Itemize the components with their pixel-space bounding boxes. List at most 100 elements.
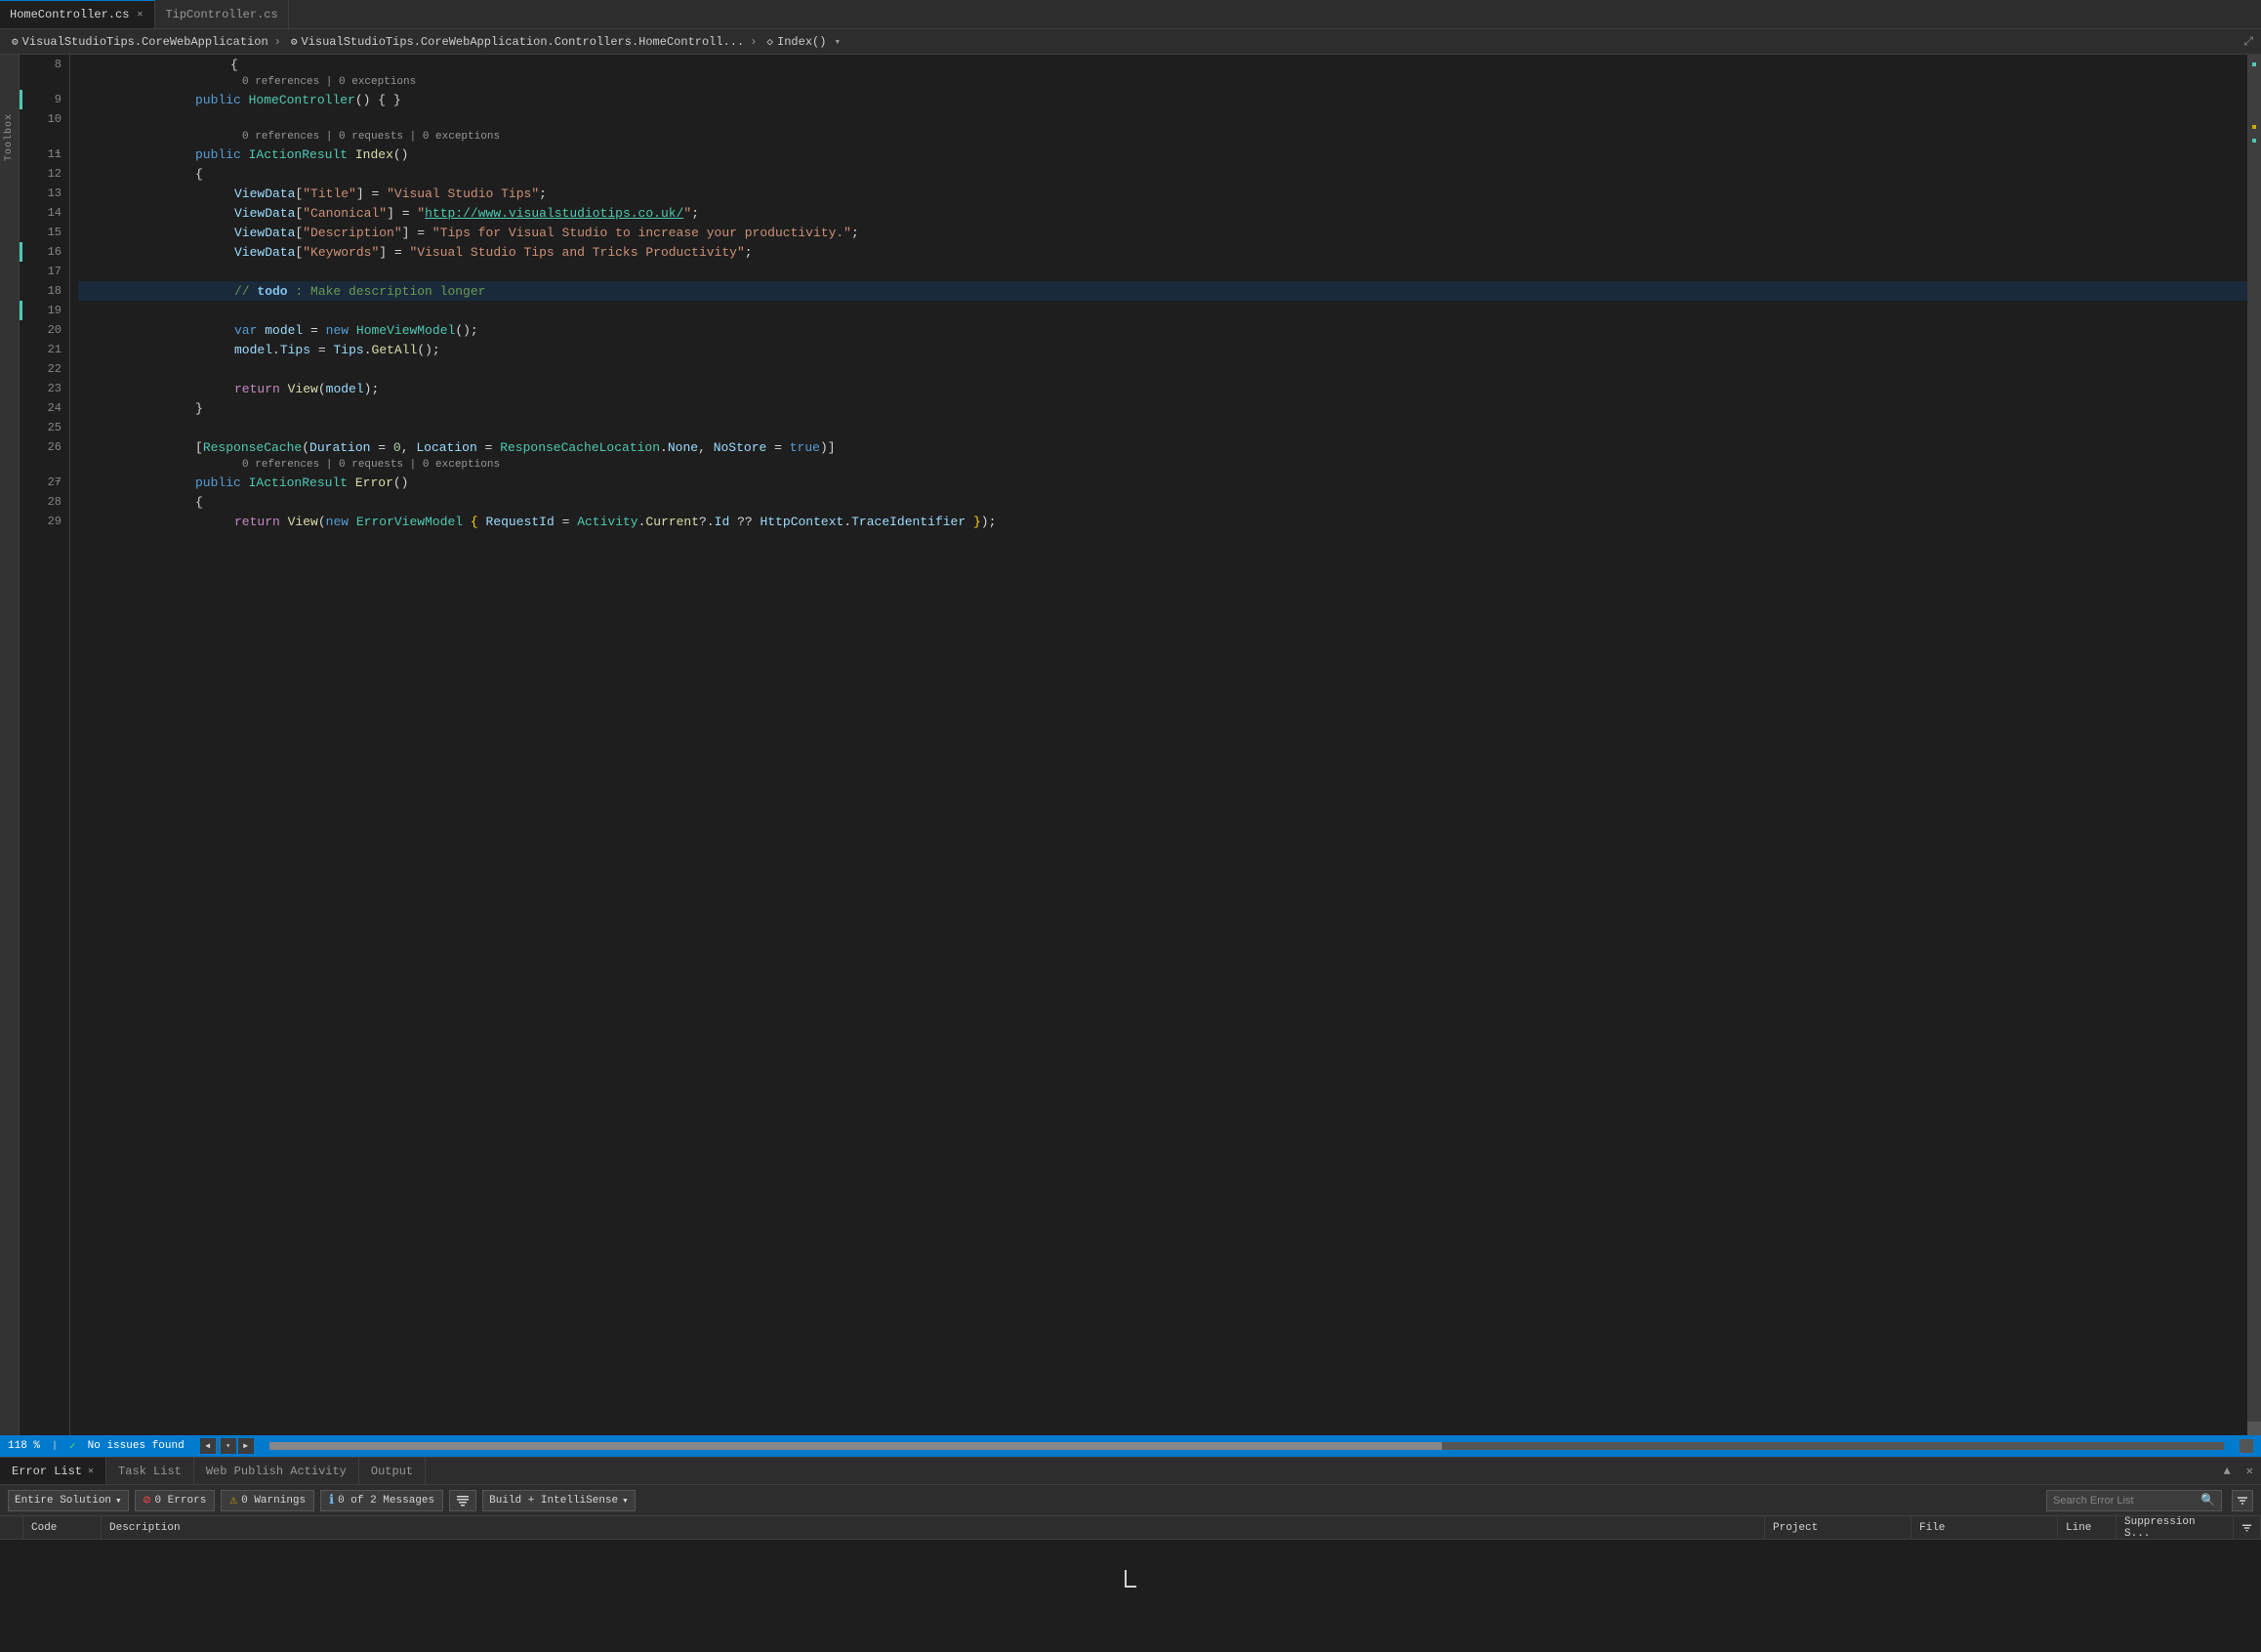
no-issues-label: No issues found (88, 1440, 185, 1452)
line-num-8: 8 (20, 55, 69, 74)
nav-arrows: ◀ ▾ ▶ (200, 1438, 254, 1454)
nav-right[interactable]: ▶ (238, 1438, 254, 1454)
breadcrumb-dropdown-arrow: ▾ (834, 35, 841, 49)
code-line-27: public IActionResult Error() (78, 473, 2247, 492)
h-scroll-thumb[interactable] (269, 1442, 1442, 1450)
solution-dropdown-arrow: ▾ (115, 1494, 122, 1507)
error-search-input[interactable] (2053, 1495, 2197, 1507)
code-line-25 (78, 418, 2247, 437)
code-line-21: model.Tips = Tips.GetAll(); (78, 340, 2247, 359)
grid-col-suppress-label: Suppression S... (2124, 1516, 2225, 1540)
tab-tipcontroller[interactable]: TipController.cs (155, 0, 288, 28)
nav-dropdown[interactable]: ▾ (221, 1438, 236, 1454)
grid-col-code-label: Code (31, 1522, 57, 1534)
breadcrumb-item-project[interactable]: ⚙ VisualStudioTips.CoreWebApplication › (8, 33, 287, 51)
code-editor[interactable]: 8 9 10 − 11 12 13 14 15 16 17 18 (20, 55, 2261, 1435)
editor-right-icons: ⤢ (2243, 35, 2253, 49)
separator-1: | (52, 1441, 58, 1452)
code-line-8: { (78, 55, 2247, 74)
meta-line-10: 0 references | 0 requests | 0 exceptions (78, 129, 2247, 145)
errors-button[interactable]: ⊘ 0 Errors (135, 1490, 216, 1511)
code-line-16: ViewData["Keywords"] = "Visual Studio Ti… (78, 242, 2247, 262)
tab-bar: HomeController.cs ✕ TipController.cs (0, 0, 2261, 29)
nav-sep (218, 1439, 219, 1453)
code-line-23: return View(model); (78, 379, 2247, 398)
code-line-13: ViewData["Title"] = "Visual Studio Tips"… (78, 184, 2247, 203)
grid-col-code[interactable]: Code (23, 1516, 102, 1539)
breadcrumb-item-method[interactable]: ◇ Index() ▾ (762, 33, 844, 51)
grid-col-desc-label: Description (109, 1522, 181, 1534)
grid-col-line-label: Line (2066, 1522, 2091, 1534)
build-filter-icon[interactable] (449, 1490, 476, 1511)
build-dropdown[interactable]: Build + IntelliSense ▾ (482, 1490, 636, 1511)
code-line-28: { (78, 492, 2247, 512)
grid-col-line[interactable]: Line (2058, 1516, 2117, 1539)
error-search-box[interactable]: 🔍 (2046, 1490, 2222, 1511)
error-list-close[interactable]: ✕ (88, 1466, 94, 1477)
filter-button[interactable] (2232, 1490, 2253, 1511)
grid-col-suppress[interactable]: Suppression S... (2117, 1516, 2234, 1539)
grid-col-file[interactable]: File (1912, 1516, 2058, 1539)
bottom-tab-task-list[interactable]: Task List (106, 1458, 194, 1484)
code-content[interactable]: { 0 references | 0 exceptions public Hom… (70, 55, 2247, 1435)
expand-icon[interactable]: ⤢ (2243, 35, 2253, 49)
toolbox-label: Toolbox (4, 113, 15, 161)
grid-col-desc[interactable]: Description (102, 1516, 1765, 1539)
line-num-20: 20 (20, 320, 69, 340)
editor-container: Toolbox 8 9 10 − 11 12 13 14 15 (0, 55, 2261, 1435)
collapse-27[interactable]: − (55, 477, 61, 488)
grid-col-icon (0, 1516, 23, 1539)
grid-header: Code Description Project File Line Suppr… (0, 1516, 2261, 1540)
build-dropdown-arrow: ▾ (622, 1494, 629, 1507)
warnings-count: 0 Warnings (241, 1495, 306, 1507)
error-grid-body (0, 1540, 2261, 1652)
solution-dropdown[interactable]: Entire Solution ▾ (8, 1490, 129, 1511)
code-line-22 (78, 359, 2247, 379)
right-scrollbar[interactable] (2247, 55, 2261, 1435)
line-num-26: 26 (20, 437, 69, 457)
warnings-button[interactable]: ⚠ 0 Warnings (221, 1490, 314, 1511)
collapse-11[interactable]: − (55, 149, 61, 160)
line-num-13: 13 (20, 184, 69, 203)
bottom-panel-expand[interactable]: ▲ (2216, 1458, 2239, 1484)
messages-count: 0 of 2 Messages (338, 1495, 434, 1507)
nav-left[interactable]: ◀ (200, 1438, 216, 1454)
code-line-29: return View(new ErrorViewModel { Request… (78, 512, 2247, 531)
tab-homecontroller[interactable]: HomeController.cs ✕ (0, 0, 155, 28)
scroll-thumb[interactable] (2247, 1422, 2261, 1435)
output-label: Output (371, 1465, 413, 1478)
tab-tipcontroller-label: TipController.cs (165, 8, 277, 21)
grid-col-file-label: File (1919, 1522, 1945, 1534)
code-line-19 (78, 301, 2247, 320)
h-scrollbar[interactable] (269, 1442, 2224, 1450)
line-num-21: 21 (20, 340, 69, 359)
tab-homecontroller-close[interactable]: ✕ (135, 8, 144, 21)
line-num-14: 14 (20, 203, 69, 223)
breadcrumb-controller-label: VisualStudioTips.CoreWebApplication.Cont… (302, 35, 745, 49)
error-toolbar: Entire Solution ▾ ⊘ 0 Errors ⚠ 0 Warning… (0, 1485, 2261, 1516)
line-num-29: 29 (20, 512, 69, 531)
breadcrumb: ⚙ VisualStudioTips.CoreWebApplication › … (0, 29, 2261, 55)
bottom-tab-output[interactable]: Output (359, 1458, 426, 1484)
grid-col-project[interactable]: Project (1765, 1516, 1912, 1539)
messages-button[interactable]: ℹ 0 of 2 Messages (320, 1490, 443, 1511)
line-numbers: 8 9 10 − 11 12 13 14 15 16 17 18 (20, 55, 70, 1435)
errors-count: 0 Errors (154, 1495, 206, 1507)
line-num-17: 17 (20, 262, 69, 281)
code-line-12: { (78, 164, 2247, 184)
line-num-16: 16 (20, 242, 69, 262)
code-line-26: [ResponseCache(Duration = 0, Location = … (78, 437, 2247, 457)
code-line-24: } (78, 398, 2247, 418)
error-circle-icon: ⊘ (144, 1493, 151, 1507)
breadcrumb-project-label: VisualStudioTips.CoreWebApplication (22, 35, 268, 49)
grid-col-filter-btn[interactable] (2234, 1516, 2261, 1539)
bottom-tab-web-publish[interactable]: Web Publish Activity (194, 1458, 359, 1484)
breadcrumb-item-controller[interactable]: ⚙ VisualStudioTips.CoreWebApplication.Co… (287, 33, 763, 51)
code-line-9: public HomeController() { } (78, 90, 2247, 109)
breadcrumb-method-label: Index() (777, 35, 826, 49)
bottom-panel-close[interactable]: ✕ (2239, 1458, 2261, 1484)
line-num-19: 19 (20, 301, 69, 320)
search-icon: 🔍 (2200, 1493, 2215, 1507)
bottom-tab-error-list[interactable]: Error List ✕ (0, 1458, 106, 1484)
build-icon-svg (456, 1494, 470, 1507)
